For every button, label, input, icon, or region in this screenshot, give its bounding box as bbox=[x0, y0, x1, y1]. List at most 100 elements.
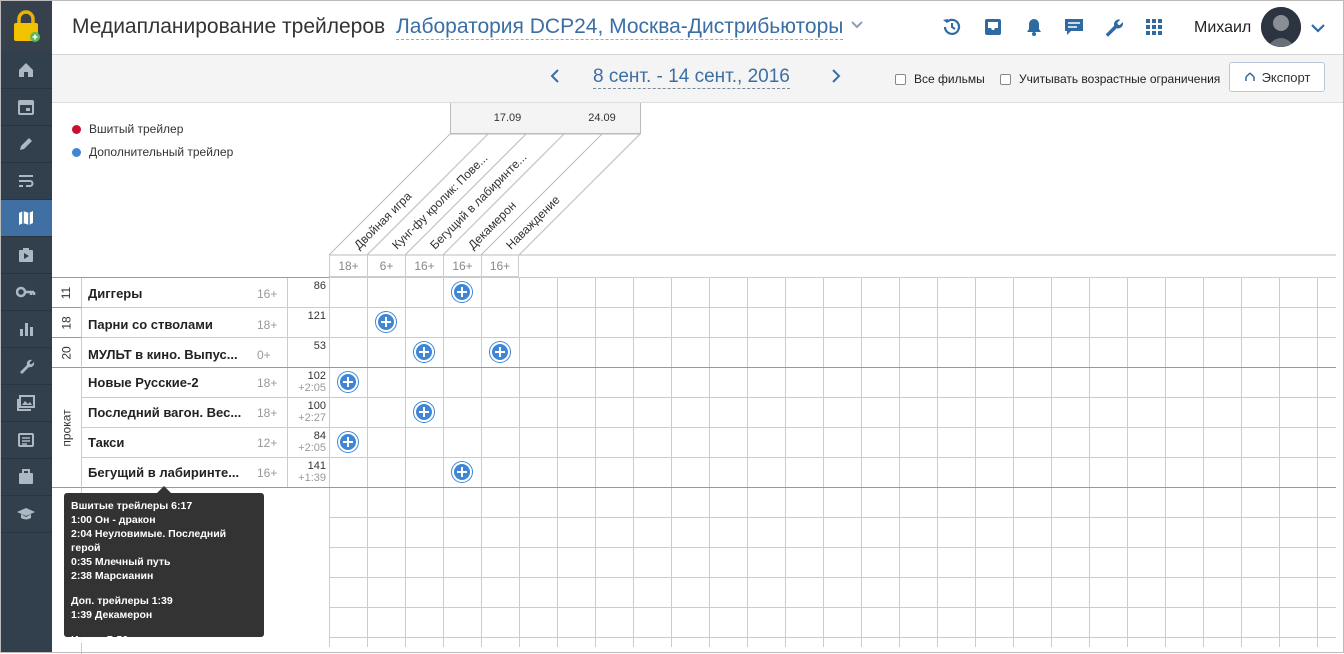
sidebar-item-settings[interactable] bbox=[0, 348, 52, 385]
user-menu-chevron-icon[interactable] bbox=[1310, 22, 1326, 34]
age-limits-checkbox[interactable]: Учитывать возрастные ограничения bbox=[1000, 72, 1220, 86]
add-trailer-button[interactable] bbox=[338, 432, 358, 452]
group-label: 20 bbox=[52, 338, 82, 368]
add-trailer-button[interactable] bbox=[452, 462, 472, 482]
chat-icon[interactable] bbox=[1063, 16, 1085, 38]
film-age: 16+ bbox=[257, 466, 278, 480]
grid-line bbox=[329, 307, 1336, 308]
sidebar-item-home[interactable] bbox=[0, 52, 52, 89]
grid-line bbox=[1203, 277, 1204, 647]
next-period-button[interactable] bbox=[830, 67, 842, 91]
sidebar-item-stats[interactable] bbox=[0, 311, 52, 348]
week-header: 24.09 bbox=[564, 103, 641, 134]
calendar-icon bbox=[18, 100, 34, 115]
table-row[interactable]: Такси 12+ 84 +2:05 bbox=[82, 428, 329, 458]
trailer-title: Декамерон bbox=[465, 198, 519, 252]
embedded-dot-icon bbox=[72, 124, 81, 134]
film-age: 12+ bbox=[257, 436, 278, 450]
all-films-checkbox[interactable]: Все фильмы bbox=[895, 72, 985, 86]
sidebar-item-edit[interactable] bbox=[0, 126, 52, 163]
tooltip-additional-header: Доп. трейлеры 1:39 bbox=[71, 595, 173, 607]
film-age: 0+ bbox=[257, 348, 271, 362]
home-icon bbox=[19, 63, 33, 77]
export-label: Экспорт bbox=[1261, 69, 1311, 85]
table-row[interactable]: Парни со стволами 18+ 121 bbox=[82, 308, 329, 338]
sidebar-item-video[interactable] bbox=[0, 237, 52, 274]
apps-grid-icon[interactable] bbox=[1143, 16, 1165, 38]
video-icon bbox=[19, 248, 33, 262]
film-age: 18+ bbox=[257, 318, 278, 332]
legend-embedded: Вшитый трейлер bbox=[72, 122, 183, 136]
add-trailer-button[interactable] bbox=[376, 312, 396, 332]
grid-line bbox=[1279, 277, 1280, 647]
avatar[interactable] bbox=[1261, 7, 1301, 47]
trailer-title: Двойная игра bbox=[351, 189, 414, 252]
list-icon bbox=[18, 433, 34, 447]
prev-period-button[interactable] bbox=[549, 67, 561, 91]
sidebar-item-calendar[interactable] bbox=[0, 89, 52, 126]
table-row[interactable]: Диггеры 16+ 86 bbox=[82, 278, 329, 308]
organization-selector[interactable]: Лаборатория DCP24, Москва-Дистрибьюторы bbox=[396, 15, 844, 40]
grid-line bbox=[329, 517, 1336, 518]
grid-line bbox=[709, 277, 710, 647]
add-trailer-button[interactable] bbox=[414, 342, 434, 362]
legend-additional-label: Дополнительный трейлер bbox=[89, 145, 234, 159]
grid-line bbox=[861, 277, 862, 647]
film-age: 18+ bbox=[257, 376, 278, 390]
grid-line bbox=[329, 457, 1336, 458]
inbox-icon[interactable] bbox=[982, 16, 1004, 38]
trailer-age: 18+ bbox=[329, 255, 367, 277]
table-row[interactable]: МУЛЬТ в кино. Выпус... 0+ 53 bbox=[82, 338, 329, 368]
grid-line bbox=[823, 277, 824, 647]
sidebar-item-portfolio[interactable] bbox=[0, 459, 52, 496]
add-trailer-button[interactable] bbox=[452, 282, 472, 302]
grid-line bbox=[557, 277, 558, 647]
sidebar-item-gallery[interactable] bbox=[0, 385, 52, 422]
export-button[interactable]: Экспорт bbox=[1229, 62, 1325, 92]
tooltip-item: 2:38 Марсианин bbox=[71, 570, 154, 582]
lock-icon[interactable] bbox=[0, 0, 52, 52]
tooltip-embedded-header: Вшитые трейлеры 6:17 bbox=[71, 500, 193, 512]
wrench-icon bbox=[20, 359, 35, 374]
trailer-age: 16+ bbox=[481, 255, 519, 277]
trailer-title: Наваждение bbox=[503, 193, 563, 253]
sidebar-item-education[interactable] bbox=[0, 496, 52, 533]
toolbar: 8 сент. - 14 сент., 2016 Все фильмы Учит… bbox=[52, 55, 1344, 103]
film-age: 16+ bbox=[257, 287, 278, 301]
schedule-grid bbox=[329, 277, 1336, 647]
period-selector[interactable]: 8 сент. - 14 сент., 2016 bbox=[593, 66, 790, 89]
film-count: 86 bbox=[287, 278, 329, 307]
table-row[interactable]: Бегущий в лабиринте... 16+ 141 +1:39 bbox=[82, 458, 329, 488]
group-label: 18 bbox=[52, 308, 82, 338]
grid-line bbox=[329, 487, 1336, 488]
grid-line bbox=[671, 277, 672, 647]
bell-icon[interactable] bbox=[1023, 16, 1045, 38]
sidebar-item-list[interactable] bbox=[0, 422, 52, 459]
table-row[interactable]: Последний вагон. Вес... 18+ 100 +2:27 bbox=[82, 398, 329, 428]
history-icon[interactable] bbox=[941, 16, 963, 38]
sidebar-item-wrap[interactable] bbox=[0, 163, 52, 200]
chevron-down-icon[interactable] bbox=[850, 20, 864, 30]
grid-line bbox=[1165, 277, 1166, 647]
grid-line bbox=[1089, 277, 1090, 647]
wrench-icon[interactable] bbox=[1102, 16, 1124, 38]
tooltip-item: 0:35 Млечный путь bbox=[71, 556, 171, 568]
film-name: МУЛЬТ в кино. Выпус... bbox=[88, 347, 238, 362]
grid-line bbox=[405, 277, 406, 647]
grid-line bbox=[329, 577, 1336, 578]
grid-line bbox=[329, 547, 1336, 548]
grid-line bbox=[329, 337, 1336, 338]
film-name: Бегущий в лабиринте... bbox=[88, 465, 240, 480]
table-row[interactable]: Новые Русские-2 18+ 102 +2:05 bbox=[82, 368, 329, 398]
tooltip-item: 2:04 Неуловимые. Последний герой bbox=[71, 528, 227, 554]
grid-line bbox=[1051, 277, 1052, 647]
sidebar-item-map[interactable] bbox=[0, 200, 52, 237]
grid-line bbox=[329, 277, 1336, 278]
add-trailer-button[interactable] bbox=[338, 372, 358, 392]
sidebar-item-key[interactable] bbox=[0, 274, 52, 311]
user-name[interactable]: Михаил bbox=[1194, 19, 1251, 37]
all-films-label: Все фильмы bbox=[914, 72, 985, 86]
film-age: 18+ bbox=[257, 406, 278, 420]
add-trailer-button[interactable] bbox=[414, 402, 434, 422]
add-trailer-button[interactable] bbox=[490, 342, 510, 362]
